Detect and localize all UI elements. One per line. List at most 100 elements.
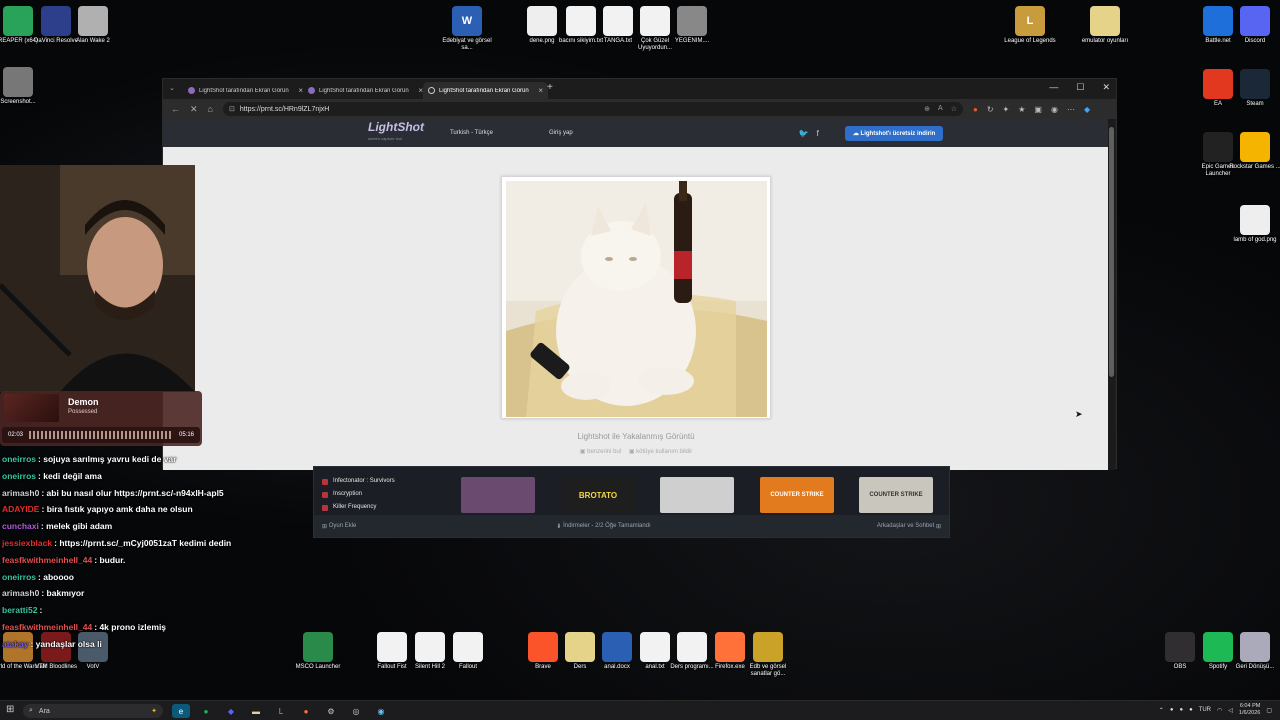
report-abuse-link[interactable]: kötüye kullanım bildir — [636, 449, 692, 455]
edge-icon[interactable]: e — [172, 704, 190, 718]
chat-username[interactable]: oneirros — [2, 454, 36, 464]
page-scrollbar[interactable] — [1108, 119, 1115, 470]
list-item[interactable]: Killer Frequency — [322, 501, 395, 514]
maximize-icon[interactable]: ☐ — [1076, 82, 1084, 93]
chat-username[interactable]: arimash0 — [2, 588, 39, 598]
close-window-icon[interactable]: ✕ — [1102, 82, 1110, 93]
tab-lightshot-1[interactable]: LightShot tarafından Ekran Görün × — [183, 82, 308, 99]
refresh-extension-icon[interactable]: ↻ — [987, 105, 994, 114]
minimize-icon[interactable]: — — [1049, 82, 1058, 93]
collections-icon[interactable]: ▣ — [1034, 105, 1042, 114]
spotify-icon[interactable]: ● — [197, 704, 215, 718]
top-desktop-icon[interactable]: W Edebiyat ve görsel sa... — [438, 6, 496, 52]
tray-app-icon[interactable]: ● — [1170, 707, 1174, 713]
tab-list-icon[interactable]: ⌄ — [169, 84, 175, 92]
download-button[interactable]: ☁ Lightshot'ı ücretsiz indirin — [844, 125, 944, 141]
more-icon[interactable]: ⋯ — [1067, 105, 1075, 114]
chat-username[interactable]: atakay — [2, 639, 28, 649]
stop-icon[interactable]: ✕ — [190, 104, 198, 115]
left-desktop-icon[interactable]: Alan Wake 2 — [64, 6, 122, 45]
screenshot-image-cat[interactable] — [506, 181, 767, 417]
extension-icon[interactable]: ● — [973, 105, 978, 114]
game-tile[interactable]: COUNTER STRIKE — [859, 477, 933, 513]
firefox-icon[interactable]: ● — [297, 704, 315, 718]
taskbar-search[interactable]: ⌕ Ara ✦ — [23, 704, 163, 718]
twitter-icon[interactable]: 🐦 — [799, 129, 809, 138]
list-item[interactable]: Inscryption — [322, 488, 395, 501]
back-icon[interactable]: ← — [171, 104, 180, 114]
tab-lightshot-3[interactable]: LightShot tarafından Ekran Görün × — [423, 82, 548, 99]
top-desktop-icon[interactable]: YEGENIM.... — [663, 6, 721, 45]
tab-bar: ⌄ LightShot tarafından Ekran Görün × Lig… — [163, 79, 1116, 99]
home-icon[interactable]: ⌂ — [208, 104, 213, 114]
right-desktop-icon[interactable]: Discord — [1226, 6, 1280, 45]
tab-lightshot-2[interactable]: LightShot tarafından Ekran Görün × — [303, 82, 428, 99]
start-icon[interactable]: ⊞ — [6, 704, 14, 715]
tray-app-icon[interactable]: ● — [1179, 707, 1183, 713]
steam-icon[interactable]: ◉ — [372, 704, 390, 718]
language-indicator[interactable]: TUR — [1199, 707, 1211, 713]
volume-icon[interactable]: ◁ — [1228, 707, 1233, 714]
bottom-desktop-icon[interactable]: Edb ve görsel sanatlar gö... — [739, 632, 797, 678]
tray-app-icon[interactable]: ● — [1189, 707, 1193, 713]
right-desktop-icon[interactable]: Rockstar Games ... — [1226, 132, 1280, 171]
clock[interactable]: 6:04 PM 1/6/2026 — [1239, 703, 1260, 717]
downloads-status[interactable]: İndirmeler - 2/2 Öğe Tamamlandı — [563, 523, 651, 529]
discord-icon[interactable]: ◆ — [222, 704, 240, 718]
file-explorer-icon[interactable]: ▬ — [247, 704, 265, 718]
wifi-icon[interactable]: ◠ — [1217, 707, 1222, 714]
new-tab-button[interactable]: + — [547, 82, 553, 93]
bottom-desktop-icon[interactable]: Geri Dönüşü... — [1226, 632, 1280, 671]
zoom-icon[interactable]: ⊕ — [924, 105, 930, 113]
game-tile[interactable]: COUNTER STRIKE — [760, 477, 834, 513]
address-bar[interactable]: ⊡ https://prnt.sc/HRn9lZL7njxH ⊕ A ☆ — [222, 102, 963, 116]
close-icon[interactable]: × — [538, 86, 543, 95]
settings-icon[interactable]: ⚙ — [322, 704, 340, 718]
chat-username[interactable]: feasfkwithmeinhell_44 — [2, 622, 92, 632]
friends-chat-button[interactable]: Arkadaşlar ve Sohbet — [877, 523, 934, 529]
top-desktop-icon[interactable]: emulator oyunları — [1076, 6, 1134, 45]
right-desktop-icon[interactable]: lamb of god.png — [1226, 205, 1280, 244]
login-link[interactable]: Giriş yap — [549, 130, 573, 136]
icon-label: Spotify — [1208, 664, 1228, 670]
chevron-up-icon[interactable]: ⌃ — [1159, 707, 1164, 714]
site-info-icon[interactable]: ⊡ — [229, 105, 235, 113]
puzzle-icon[interactable]: ✦ — [1003, 105, 1010, 114]
chat-username[interactable]: jessiexblack — [2, 538, 52, 548]
league-icon[interactable]: L — [272, 704, 290, 718]
copilot-icon[interactable]: ◆ — [1084, 105, 1090, 114]
top-desktop-icon[interactable]: L League of Legends — [1001, 6, 1059, 45]
chat-username[interactable]: cunchaxi — [2, 521, 39, 531]
app-icon — [1090, 6, 1120, 36]
right-desktop-icon[interactable]: Steam — [1226, 69, 1280, 108]
game-tile[interactable] — [660, 477, 734, 513]
bottom-desktop-icon[interactable]: Fallout — [439, 632, 497, 671]
lightshot-logo[interactable]: LightShot screen capture tool — [368, 121, 424, 144]
chat-username[interactable]: feasfkwithmeinhell_44 — [2, 555, 92, 565]
scrollbar-thumb[interactable] — [1109, 127, 1114, 377]
notification-icon[interactable]: ▢ — [1266, 707, 1272, 714]
profile-icon[interactable]: ◉ — [1051, 105, 1058, 114]
icon-label: Geri Dönüşü... — [1235, 664, 1275, 670]
favorites-icon[interactable]: ★ — [1018, 105, 1025, 114]
list-item[interactable]: Infectonator : Survivors — [322, 475, 395, 488]
language-selector[interactable]: Turkish - Türkçe — [450, 130, 493, 136]
add-game-button[interactable]: Oyun Ekle — [329, 523, 357, 529]
facebook-icon[interactable]: f — [817, 129, 819, 138]
read-aloud-icon[interactable]: A — [938, 105, 943, 113]
obs-icon[interactable]: ◎ — [347, 704, 365, 718]
chat-username[interactable]: arimash0 — [2, 488, 39, 498]
chat-username[interactable]: ADAYIDE — [2, 504, 39, 514]
game-tile[interactable] — [461, 477, 535, 513]
favorite-star-icon[interactable]: ☆ — [951, 105, 957, 113]
taskbar: ⊞ ⌕ Ara ✦ e ● ◆ ▬ L ● ⚙ ◎ ◉ ⌃ ● ● ● TUR … — [0, 700, 1280, 720]
find-similar-link[interactable]: benzerini bul — [587, 449, 621, 455]
game-tile[interactable]: BROTATO — [561, 477, 635, 513]
taskbar-apps: e ● ◆ ▬ L ● ⚙ ◎ ◉ — [172, 704, 390, 718]
chat-text: budur. — [99, 554, 126, 565]
chat-username[interactable]: oneirros — [2, 471, 36, 481]
chat-username[interactable]: beratti52 — [2, 605, 37, 615]
chat-username[interactable]: oneirros — [2, 572, 36, 582]
left-desktop-icon[interactable]: Screenshot... — [0, 67, 47, 106]
app-icon: L — [1015, 6, 1045, 36]
